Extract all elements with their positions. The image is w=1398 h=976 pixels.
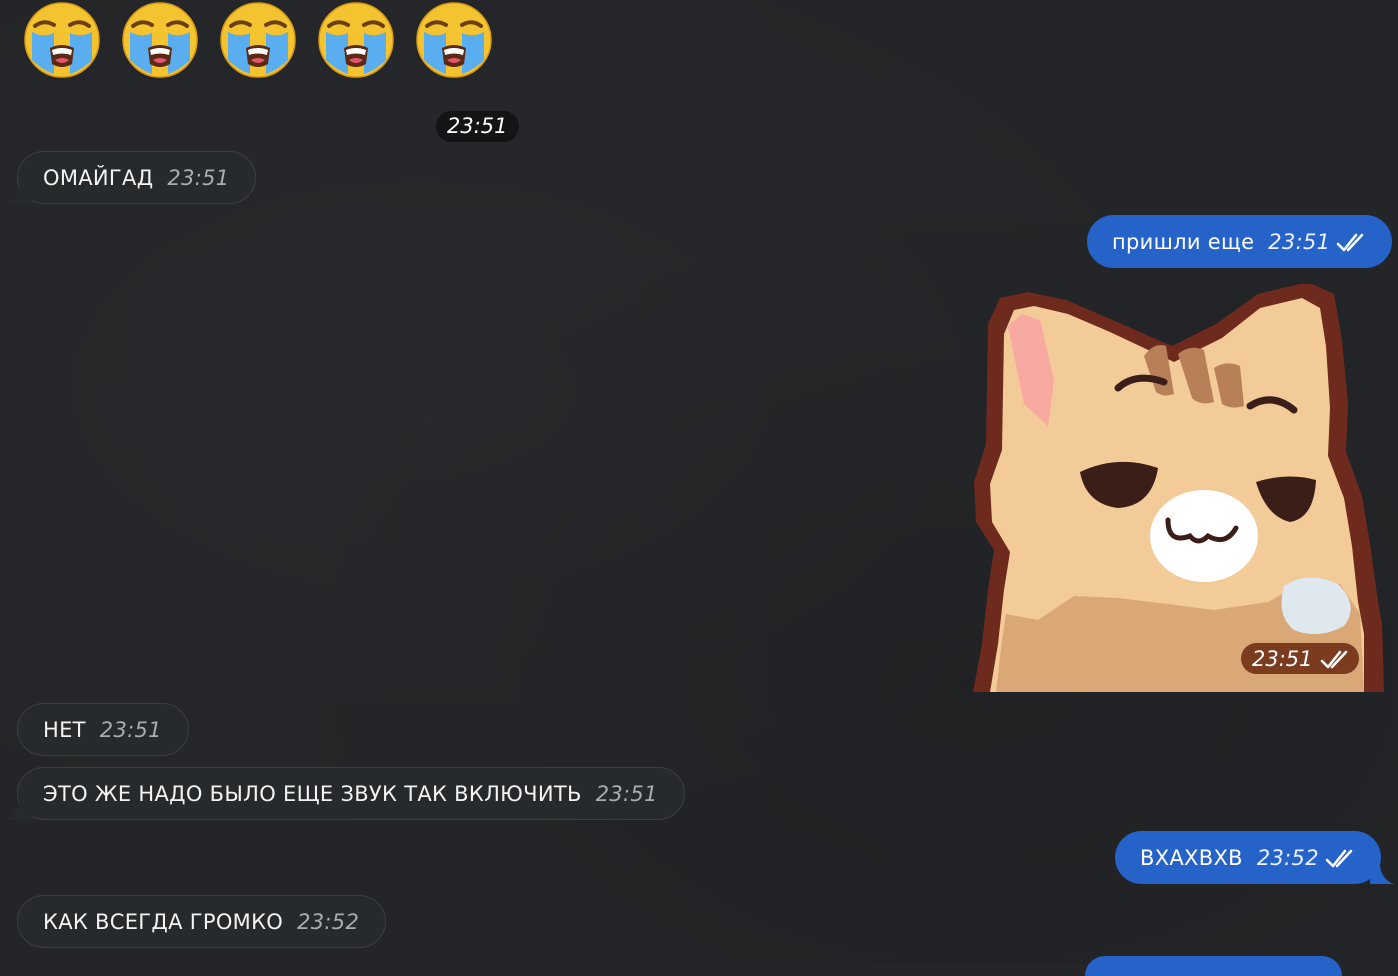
incoming-message[interactable]: ОМАЙГАД 23:51 <box>17 151 257 204</box>
loudly-crying-face-icon <box>317 1 395 79</box>
message-text: пришли еще <box>1112 229 1255 254</box>
incoming-message[interactable]: НЕТ 23:51 <box>17 703 189 756</box>
outgoing-message[interactable]: пришли еще 23:51 <box>1087 215 1393 268</box>
message-time-pill: 23:51 <box>436 111 519 142</box>
emoji-message[interactable] <box>22 0 494 80</box>
message-text: НЕТ <box>43 717 86 742</box>
incoming-message[interactable]: КАК ВСЕГДА ГРОМКО 23:52 <box>17 895 387 948</box>
incoming-message[interactable]: ЭТО ЖЕ НАДО БЫЛО ЕЩЕ ЗВУК ТАК ВКЛЮЧИТЬ 2… <box>17 767 685 820</box>
outgoing-message[interactable]: ВХАХВХВ 23:52 <box>1115 831 1381 884</box>
message-time: 23:51 <box>1268 229 1331 254</box>
message-time: 23:51 <box>167 165 230 190</box>
loudly-crying-face-icon <box>219 1 297 79</box>
message-time: 23:51 <box>1252 646 1313 671</box>
loudly-crying-face-icon <box>121 1 199 79</box>
message-time: 23:51 <box>99 717 162 742</box>
bubble-tail <box>1370 866 1394 884</box>
message-text: ВХАХВХВ <box>1140 845 1243 870</box>
bubble-tail <box>5 186 31 204</box>
cat-sticker[interactable] <box>968 284 1384 694</box>
bubble-tail <box>5 802 31 820</box>
loudly-crying-face-icon <box>415 1 493 79</box>
outgoing-message-partial[interactable] <box>1085 956 1342 976</box>
message-time: 23:52 <box>297 909 360 934</box>
sticker-time-badge: 23:51 <box>1241 643 1359 674</box>
message-text: ЭТО ЖЕ НАДО БЫЛО ЕЩЕ ЗВУК ТАК ВКЛЮЧИТЬ <box>43 781 582 806</box>
message-time: 23:51 <box>595 781 658 806</box>
message-time: 23:52 <box>1256 845 1319 870</box>
double-check-icon <box>1337 233 1364 251</box>
double-check-icon <box>1325 849 1353 867</box>
loudly-crying-face-icon <box>23 1 101 79</box>
message-text: ОМАЙГАД <box>43 165 154 190</box>
message-text: КАК ВСЕГДА ГРОМКО <box>43 909 284 934</box>
double-check-icon <box>1320 650 1347 668</box>
